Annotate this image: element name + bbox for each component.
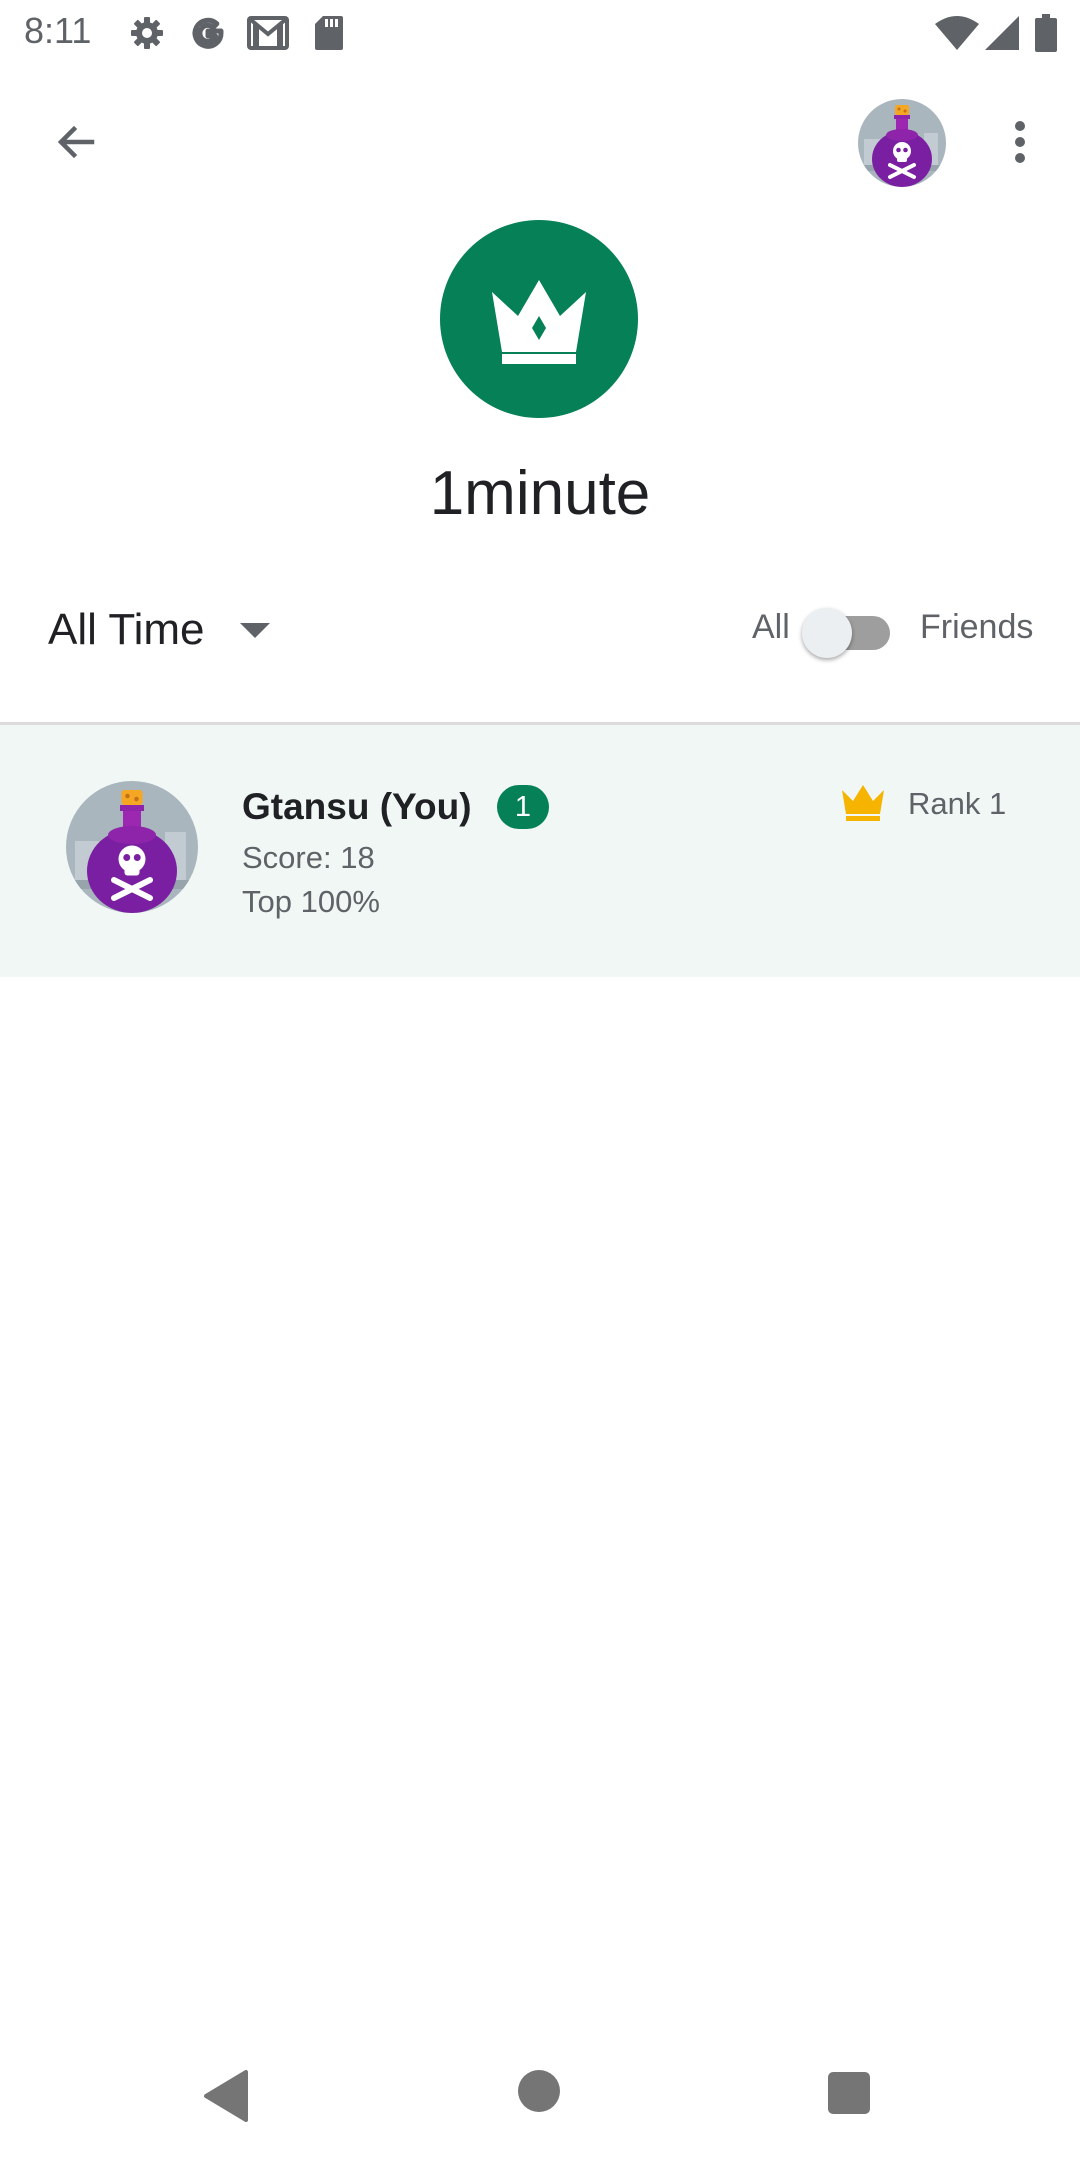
player-avatar-button[interactable] <box>858 99 946 187</box>
player-score: Score: 18 <box>242 840 375 875</box>
status-time: 8:11 <box>24 10 92 51</box>
nav-home-button[interactable] <box>518 2070 560 2112</box>
gmail-icon <box>246 14 290 52</box>
leaderboard-icon <box>440 220 638 418</box>
rank-label: Rank 1 <box>908 786 1007 821</box>
battery-icon <box>1034 14 1058 52</box>
nav-back-button[interactable] <box>202 2068 252 2124</box>
back-button[interactable] <box>36 102 116 182</box>
arrow-back-icon <box>57 125 95 159</box>
nav-back-icon <box>204 2070 248 2122</box>
time-range-dropdown[interactable]: All Time <box>48 590 271 670</box>
player-name: Gtansu (You) <box>242 786 472 827</box>
poison-bottle-avatar-icon <box>858 99 946 187</box>
toggle-thumb <box>802 608 852 658</box>
google-icon <box>188 14 228 52</box>
nav-recents-button[interactable] <box>828 2072 870 2114</box>
signal-icon <box>984 14 1020 52</box>
sd-card-icon <box>314 14 344 52</box>
arrow-drop-down-icon <box>240 622 271 638</box>
toggle-label-all: All <box>752 608 790 646</box>
crown-icon <box>492 280 586 364</box>
poison-bottle-avatar-icon <box>66 781 198 913</box>
time-range-label: All Time <box>48 605 205 654</box>
rank-badge: 1 <box>497 785 549 829</box>
wifi-icon <box>934 14 980 52</box>
more-options-button[interactable] <box>990 102 1050 182</box>
toggle-label-friends: Friends <box>920 608 1034 646</box>
player-percentile: Top 100% <box>242 884 380 919</box>
more-vert-icon <box>1015 121 1025 163</box>
status-bar: 8:11 <box>0 0 1080 66</box>
leaderboard-title: 1minute <box>429 459 651 528</box>
settings-icon <box>128 14 166 52</box>
crown-icon <box>840 782 886 822</box>
friends-toggle[interactable] <box>802 602 894 658</box>
row-avatar <box>66 781 198 913</box>
